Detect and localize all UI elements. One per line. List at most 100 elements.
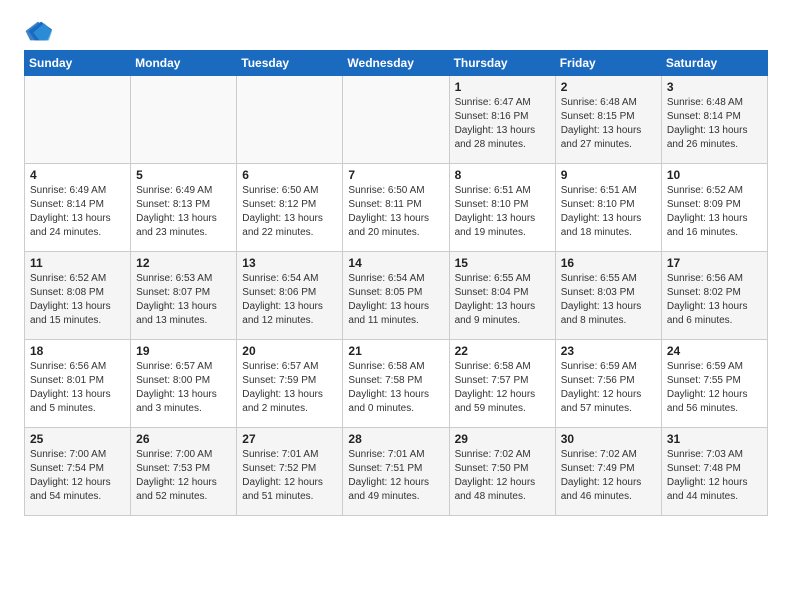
day-number: 1 (455, 80, 550, 94)
calendar-cell (237, 76, 343, 164)
day-number: 16 (561, 256, 656, 270)
day-number: 19 (136, 344, 231, 358)
day-number: 29 (455, 432, 550, 446)
day-header-monday: Monday (131, 51, 237, 76)
day-info: Sunrise: 7:00 AM Sunset: 7:54 PM Dayligh… (30, 448, 125, 504)
day-number: 4 (30, 168, 125, 182)
calendar-cell: 5 Sunrise: 6:49 AM Sunset: 8:13 PM Daylig… (131, 164, 237, 252)
day-info: Sunrise: 6:55 AM Sunset: 8:04 PM Dayligh… (455, 272, 550, 328)
calendar-cell: 2 Sunrise: 6:48 AM Sunset: 8:15 PM Daylig… (555, 76, 661, 164)
calendar-cell: 12 Sunrise: 6:53 AM Sunset: 8:07 PM Dayli… (131, 252, 237, 340)
calendar-cell: 24 Sunrise: 6:59 AM Sunset: 7:55 PM Dayli… (661, 340, 767, 428)
day-number: 13 (242, 256, 337, 270)
day-number: 22 (455, 344, 550, 358)
day-header-saturday: Saturday (661, 51, 767, 76)
day-number: 12 (136, 256, 231, 270)
day-info: Sunrise: 6:51 AM Sunset: 8:10 PM Dayligh… (561, 184, 656, 240)
day-number: 30 (561, 432, 656, 446)
day-info: Sunrise: 7:01 AM Sunset: 7:52 PM Dayligh… (242, 448, 337, 504)
day-number: 17 (667, 256, 762, 270)
day-info: Sunrise: 6:55 AM Sunset: 8:03 PM Dayligh… (561, 272, 656, 328)
day-info: Sunrise: 6:49 AM Sunset: 8:13 PM Dayligh… (136, 184, 231, 240)
day-header-tuesday: Tuesday (237, 51, 343, 76)
day-info: Sunrise: 7:01 AM Sunset: 7:51 PM Dayligh… (348, 448, 443, 504)
day-info: Sunrise: 6:57 AM Sunset: 7:59 PM Dayligh… (242, 360, 337, 416)
calendar-cell: 17 Sunrise: 6:56 AM Sunset: 8:02 PM Dayli… (661, 252, 767, 340)
calendar-cell: 6 Sunrise: 6:50 AM Sunset: 8:12 PM Daylig… (237, 164, 343, 252)
day-number: 20 (242, 344, 337, 358)
day-info: Sunrise: 6:58 AM Sunset: 7:57 PM Dayligh… (455, 360, 550, 416)
header (24, 20, 768, 42)
calendar-cell: 3 Sunrise: 6:48 AM Sunset: 8:14 PM Daylig… (661, 76, 767, 164)
day-number: 26 (136, 432, 231, 446)
calendar-cell: 10Sunrise: 6:52 AM Sunset: 8:09 PM Dayli… (661, 164, 767, 252)
calendar-cell: 15 Sunrise: 6:55 AM Sunset: 8:04 PM Dayli… (449, 252, 555, 340)
day-info: Sunrise: 7:02 AM Sunset: 7:49 PM Dayligh… (561, 448, 656, 504)
day-number: 25 (30, 432, 125, 446)
day-number: 3 (667, 80, 762, 94)
calendar-cell: 19 Sunrise: 6:57 AM Sunset: 8:00 PM Dayli… (131, 340, 237, 428)
day-number: 23 (561, 344, 656, 358)
logo-icon (24, 20, 52, 42)
day-info: Sunrise: 6:51 AM Sunset: 8:10 PM Dayligh… (455, 184, 550, 240)
day-number: 7 (348, 168, 443, 182)
day-number: 21 (348, 344, 443, 358)
day-info: Sunrise: 6:57 AM Sunset: 8:00 PM Dayligh… (136, 360, 231, 416)
calendar-table: SundayMondayTuesdayWednesdayThursdayFrid… (24, 50, 768, 516)
day-header-thursday: Thursday (449, 51, 555, 76)
calendar-cell: 22 Sunrise: 6:58 AM Sunset: 7:57 PM Dayli… (449, 340, 555, 428)
calendar-cell: 1 Sunrise: 6:47 AM Sunset: 8:16 PM Daylig… (449, 76, 555, 164)
calendar-cell: 13 Sunrise: 6:54 AM Sunset: 8:06 PM Dayli… (237, 252, 343, 340)
calendar-cell: 7Sunrise: 6:50 AM Sunset: 8:11 PM Daylig… (343, 164, 449, 252)
day-info: Sunrise: 7:02 AM Sunset: 7:50 PM Dayligh… (455, 448, 550, 504)
calendar-cell: 26Sunrise: 7:00 AM Sunset: 7:53 PM Dayli… (131, 428, 237, 516)
day-number: 5 (136, 168, 231, 182)
logo (24, 20, 56, 42)
day-info: Sunrise: 6:59 AM Sunset: 7:56 PM Dayligh… (561, 360, 656, 416)
calendar-cell: 25 Sunrise: 7:00 AM Sunset: 7:54 PM Dayli… (25, 428, 131, 516)
calendar-cell: 29 Sunrise: 7:02 AM Sunset: 7:50 PM Dayli… (449, 428, 555, 516)
day-info: Sunrise: 6:59 AM Sunset: 7:55 PM Dayligh… (667, 360, 762, 416)
calendar-cell: 27Sunrise: 7:01 AM Sunset: 7:52 PM Dayli… (237, 428, 343, 516)
day-number: 14 (348, 256, 443, 270)
day-number: 10 (667, 168, 762, 182)
day-info: Sunrise: 6:53 AM Sunset: 8:07 PM Dayligh… (136, 272, 231, 328)
calendar-cell (343, 76, 449, 164)
calendar-cell: 8 Sunrise: 6:51 AM Sunset: 8:10 PM Daylig… (449, 164, 555, 252)
day-header-wednesday: Wednesday (343, 51, 449, 76)
day-info: Sunrise: 6:47 AM Sunset: 8:16 PM Dayligh… (455, 96, 550, 152)
day-number: 9 (561, 168, 656, 182)
day-number: 2 (561, 80, 656, 94)
calendar-cell: 11 Sunrise: 6:52 AM Sunset: 8:08 PM Dayli… (25, 252, 131, 340)
day-info: Sunrise: 6:58 AM Sunset: 7:58 PM Dayligh… (348, 360, 443, 416)
day-number: 8 (455, 168, 550, 182)
day-number: 18 (30, 344, 125, 358)
calendar-cell: 30 Sunrise: 7:02 AM Sunset: 7:49 PM Dayli… (555, 428, 661, 516)
day-info: Sunrise: 6:48 AM Sunset: 8:14 PM Dayligh… (667, 96, 762, 152)
day-info: Sunrise: 6:48 AM Sunset: 8:15 PM Dayligh… (561, 96, 656, 152)
calendar-cell: 16 Sunrise: 6:55 AM Sunset: 8:03 PM Dayli… (555, 252, 661, 340)
day-number: 11 (30, 256, 125, 270)
calendar-cell: 9 Sunrise: 6:51 AM Sunset: 8:10 PM Daylig… (555, 164, 661, 252)
day-header-sunday: Sunday (25, 51, 131, 76)
day-info: Sunrise: 6:54 AM Sunset: 8:05 PM Dayligh… (348, 272, 443, 328)
day-info: Sunrise: 6:54 AM Sunset: 8:06 PM Dayligh… (242, 272, 337, 328)
day-info: Sunrise: 6:52 AM Sunset: 8:08 PM Dayligh… (30, 272, 125, 328)
day-number: 15 (455, 256, 550, 270)
calendar-cell: 28Sunrise: 7:01 AM Sunset: 7:51 PM Dayli… (343, 428, 449, 516)
day-header-friday: Friday (555, 51, 661, 76)
day-number: 31 (667, 432, 762, 446)
day-number: 24 (667, 344, 762, 358)
calendar-cell: 23 Sunrise: 6:59 AM Sunset: 7:56 PM Dayli… (555, 340, 661, 428)
day-info: Sunrise: 6:50 AM Sunset: 8:12 PM Dayligh… (242, 184, 337, 240)
day-info: Sunrise: 7:03 AM Sunset: 7:48 PM Dayligh… (667, 448, 762, 504)
day-number: 6 (242, 168, 337, 182)
calendar-cell: 21 Sunrise: 6:58 AM Sunset: 7:58 PM Dayli… (343, 340, 449, 428)
calendar-cell: 14 Sunrise: 6:54 AM Sunset: 8:05 PM Dayli… (343, 252, 449, 340)
calendar-cell: 31 Sunrise: 7:03 AM Sunset: 7:48 PM Dayli… (661, 428, 767, 516)
calendar-cell: 18Sunrise: 6:56 AM Sunset: 8:01 PM Dayli… (25, 340, 131, 428)
calendar-cell: 20 Sunrise: 6:57 AM Sunset: 7:59 PM Dayli… (237, 340, 343, 428)
calendar-cell (25, 76, 131, 164)
day-info: Sunrise: 6:49 AM Sunset: 8:14 PM Dayligh… (30, 184, 125, 240)
day-info: Sunrise: 6:56 AM Sunset: 8:02 PM Dayligh… (667, 272, 762, 328)
